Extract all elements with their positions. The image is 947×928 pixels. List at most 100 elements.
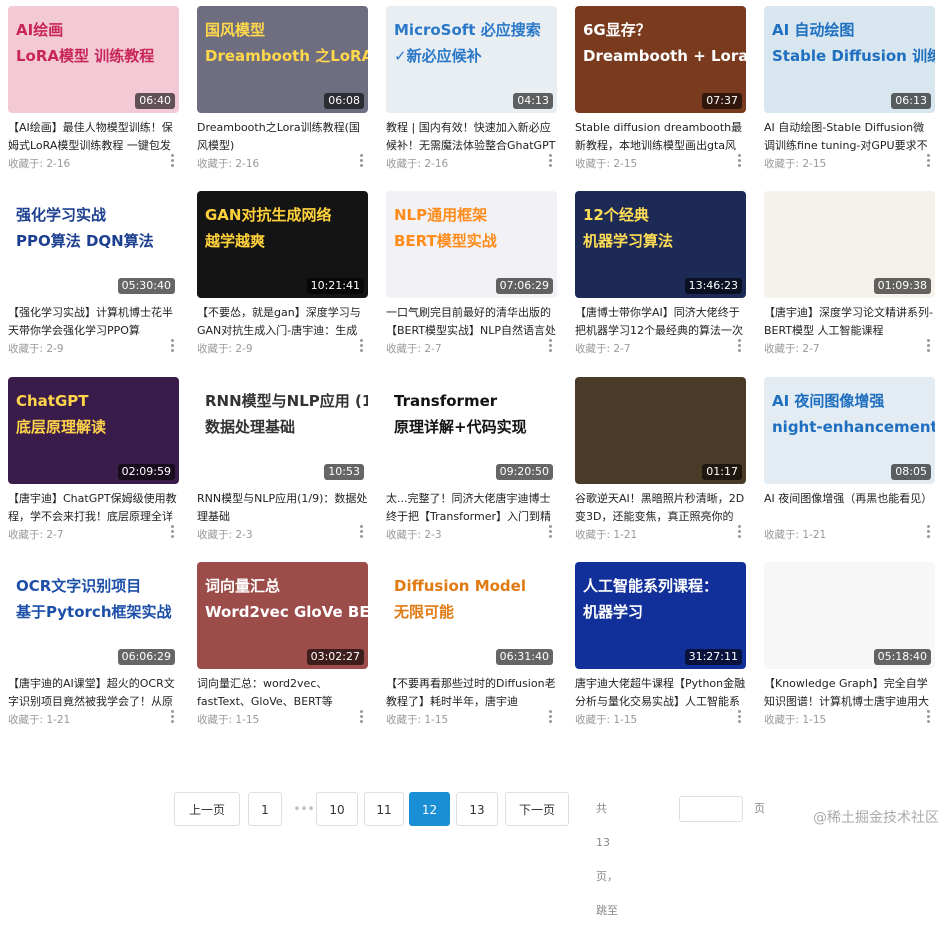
thumbnail-subheadline: BERT模型实战 — [394, 232, 497, 250]
jump-page-input[interactable] — [679, 796, 743, 822]
more-options-icon[interactable] — [549, 154, 553, 168]
video-thumbnail[interactable]: 01:17 — [575, 377, 746, 484]
thumbnail-headline: NLP通用框架 — [394, 206, 488, 224]
duration-badge: 03:02:27 — [306, 649, 364, 665]
thumbnail-subheadline: Stable Diffusion 训练 — [772, 47, 935, 65]
video-title[interactable]: 谷歌逆天AI！黑暗照片秒清晰，2D变3D，还能变焦，真正照亮你的 — [575, 490, 746, 526]
thumbnail-subheadline: LoRA模型 训练教程 — [16, 47, 155, 65]
more-options-icon[interactable] — [927, 710, 931, 724]
duration-badge: 10:53 — [324, 464, 364, 480]
more-options-icon[interactable] — [927, 154, 931, 168]
favorite-date: 收藏于: 2-9 — [8, 343, 64, 355]
video-thumbnail[interactable]: 05:18:40 — [764, 562, 935, 669]
thumbnail-subheadline: Dreambooth + Lora — [583, 47, 746, 65]
favorite-date: 收藏于: 1-21 — [575, 529, 638, 541]
thumbnail-subheadline: 无限可能 — [394, 603, 455, 621]
duration-badge: 01:17 — [702, 464, 742, 480]
more-options-icon[interactable] — [738, 339, 742, 353]
video-title[interactable]: 唐宇迪大佬超牛课程【Python金融分析与量化交易实战】人工智能系 — [575, 675, 746, 711]
more-options-icon[interactable] — [171, 339, 175, 353]
page-11-button[interactable]: 11 — [364, 792, 404, 826]
video-thumbnail[interactable]: Diffusion Model 无限可能 06:31:40 — [386, 562, 557, 669]
video-title[interactable]: Dreambooth之Lora训练教程(国风模型) — [197, 119, 368, 155]
thumbnail-subheadline: 越学越爽 — [205, 232, 266, 250]
favorite-date: 收藏于: 2-7 — [764, 343, 820, 355]
video-title[interactable]: 【唐宇迪】深度学习论文精讲系列-BERT模型 人工智能课程 — [764, 304, 935, 340]
more-options-icon[interactable] — [549, 710, 553, 724]
video-thumbnail[interactable]: 国风模型 Dreambooth 之LoRA训练教程 06:08 — [197, 6, 368, 113]
thumbnail-headline: Transformer — [394, 392, 498, 410]
video-thumbnail[interactable]: AI 自动绘图 Stable Diffusion 训练 06:13 — [764, 6, 935, 113]
video-thumbnail[interactable]: RNN模型与NLP应用 (1/9) 数据处理基础 10:53 — [197, 377, 368, 484]
video-title[interactable]: RNN模型与NLP应用(1/9)：数据处理基础 — [197, 490, 368, 526]
video-thumbnail[interactable]: OCR文字识别项目 基于Pytorch框架实战 06:06:29 — [8, 562, 179, 669]
page-13-button[interactable]: 13 — [456, 792, 498, 826]
prev-page-button[interactable]: 上一页 — [174, 792, 240, 826]
more-options-icon[interactable] — [927, 339, 931, 353]
thumbnail-headline: OCR文字识别项目 — [16, 577, 142, 595]
more-options-icon[interactable] — [738, 154, 742, 168]
more-options-icon[interactable] — [738, 525, 742, 539]
favorite-date: 收藏于: 2-15 — [764, 158, 827, 170]
duration-badge: 06:13 — [891, 93, 931, 109]
video-title[interactable]: 【AI绘画】最佳人物模型训练！保姆式LoRA模型训练教程 一键包发 — [8, 119, 179, 155]
favorite-date: 收藏于: 2-7 — [386, 343, 442, 355]
more-options-icon[interactable] — [171, 154, 175, 168]
more-options-icon[interactable] — [927, 525, 931, 539]
video-thumbnail[interactable]: Transformer 原理详解+代码实现 09:20:50 — [386, 377, 557, 484]
duration-badge: 09:20:50 — [495, 464, 553, 480]
page-10-button[interactable]: 10 — [316, 792, 358, 826]
more-options-icon[interactable] — [549, 339, 553, 353]
video-title[interactable]: AI 自动绘图-Stable Diffusion微调训练fine tuning-… — [764, 119, 935, 155]
more-options-icon[interactable] — [171, 710, 175, 724]
thumbnail-headline: 词向量汇总 — [205, 577, 281, 595]
thumbnail-headline: 强化学习实战 — [16, 206, 107, 224]
video-title[interactable]: 【唐宇迪】ChatGPT保姆级使用教程，学不会来打我！底层原理全详 — [8, 490, 179, 526]
more-options-icon[interactable] — [360, 154, 364, 168]
next-page-button[interactable]: 下一页 — [505, 792, 569, 826]
video-title[interactable]: AI 夜间图像增强（再黑也能看见） — [764, 490, 935, 526]
more-options-icon[interactable] — [738, 710, 742, 724]
page-1-button[interactable]: 1 — [248, 792, 282, 826]
video-title[interactable]: 一口气刷完目前最好的清华出版的【BERT模型实战】NLP自然语言处 — [386, 304, 557, 340]
duration-badge: 06:08 — [324, 93, 364, 109]
thumbnail-subheadline: night-enhancement — [772, 418, 935, 436]
duration-badge: 06:06:29 — [117, 649, 175, 665]
duration-badge: 07:37 — [702, 93, 742, 109]
video-thumbnail[interactable]: AI 夜间图像增强 night-enhancement 08:05 — [764, 377, 935, 484]
video-thumbnail[interactable]: 强化学习实战 PPO算法 DQN算法 05:30:40 — [8, 191, 179, 298]
video-thumbnail[interactable]: NLP通用框架 BERT模型实战 07:06:29 — [386, 191, 557, 298]
video-thumbnail[interactable]: 人工智能系列课程： 机器学习 31:27:11 — [575, 562, 746, 669]
video-title[interactable]: 词向量汇总：word2vec、fastText、GloVe、BERT等 — [197, 675, 368, 711]
thumbnail-headline: 人工智能系列课程： — [583, 577, 719, 595]
page-12-button[interactable]: 12 — [409, 792, 450, 826]
video-title[interactable]: 【不要再看那些过时的Diffusion老教程了】耗时半年，唐宇迪 — [386, 675, 557, 711]
duration-badge: 07:06:29 — [495, 278, 553, 294]
page-ellipsis[interactable]: ••• — [290, 792, 318, 826]
video-thumbnail[interactable]: AI绘画 LoRA模型 训练教程 06:40 — [8, 6, 179, 113]
video-title[interactable]: 【唐博士带你学AI】同济大佬终于把机器学习12个最经典的算法一次 — [575, 304, 746, 340]
video-thumbnail[interactable]: 词向量汇总 Word2vec GloVe BERT 03:02:27 — [197, 562, 368, 669]
video-thumbnail[interactable]: MicroSoft 必应搜索 ✓新必应候补 04:13 — [386, 6, 557, 113]
more-options-icon[interactable] — [360, 339, 364, 353]
video-title[interactable]: 【强化学习实战】计算机博士花半天带你学会强化学习PPO算 — [8, 304, 179, 340]
video-thumbnail[interactable]: ChatGPT 底层原理解读 02:09:59 — [8, 377, 179, 484]
video-thumbnail[interactable]: 12个经典 机器学习算法 13:46:23 — [575, 191, 746, 298]
video-title[interactable]: 【Knowledge Graph】完全自学知识图谱！计算机博士唐宇迪用大白 — [764, 675, 935, 711]
video-title[interactable]: 教程 | 国内有效！快速加入新必应候补！无需魔法体验整合GhatGPT — [386, 119, 557, 155]
favorite-date: 收藏于: 2-7 — [575, 343, 631, 355]
more-options-icon[interactable] — [360, 710, 364, 724]
favorite-date: 收藏于: 1-21 — [764, 529, 827, 541]
video-title[interactable]: Stable diffusion dreambooth最新教程，本地训练模型画出… — [575, 119, 746, 155]
video-title[interactable]: 太...完整了！同济大佬唐宇迪博士终于把【Transformer】入门到精 — [386, 490, 557, 526]
more-options-icon[interactable] — [360, 525, 364, 539]
video-thumbnail[interactable]: 01:09:38 — [764, 191, 935, 298]
more-options-icon[interactable] — [549, 525, 553, 539]
video-title[interactable]: 【不要怂，就是gan】深度学习与GAN对抗生成入门-唐宇迪：生成 — [197, 304, 368, 340]
duration-badge: 10:21:41 — [306, 278, 364, 294]
more-options-icon[interactable] — [171, 525, 175, 539]
video-thumbnail[interactable]: GAN对抗生成网络 越学越爽 10:21:41 — [197, 191, 368, 298]
video-thumbnail[interactable]: 6G显存？ Dreambooth + Lora 07:37 — [575, 6, 746, 113]
thumbnail-subheadline: PPO算法 DQN算法 — [16, 232, 154, 250]
video-title[interactable]: 【唐宇迪的AI课堂】超火的OCR文字识别项目竟然被我学会了！从原 — [8, 675, 179, 711]
